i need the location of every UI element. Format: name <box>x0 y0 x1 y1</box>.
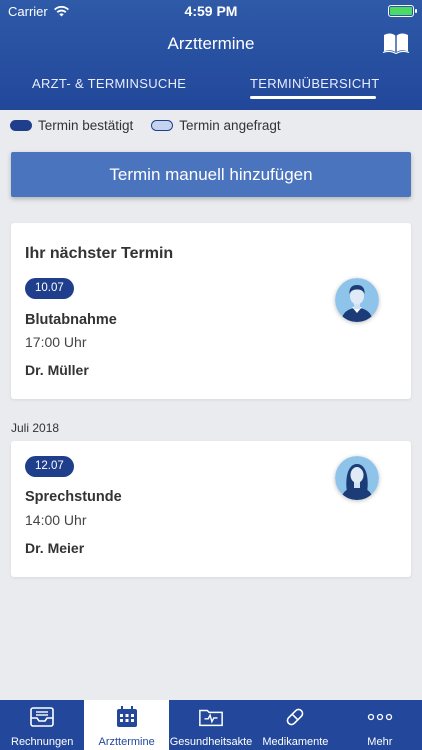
status-bar: Carrier 4:59 PM <box>0 0 422 22</box>
pill-icon <box>282 704 308 730</box>
date-badge: 10.07 <box>25 278 74 299</box>
tabbar-label: Mehr <box>367 736 393 748</box>
add-appointment-button[interactable]: Termin manuell hinzufügen <box>11 152 411 197</box>
tabbar-label: Arzttermine <box>98 736 155 748</box>
tabbar-label: Gesundheitsakte <box>169 736 253 748</box>
more-icon <box>367 704 393 730</box>
requested-swatch <box>151 120 174 131</box>
appointment-name: Sprechstunde <box>25 489 122 505</box>
inbox-icon <box>29 704 55 730</box>
segment-tabs: ARZT- & TERMINSUCHE TERMINÜBERSICHT <box>0 70 422 110</box>
doctor-male-avatar-icon[interactable] <box>335 278 379 322</box>
status-time: 4:59 PM <box>184 3 238 19</box>
month-label: Juli 2018 <box>11 421 60 435</box>
tabbar-item-gesundheitsakte[interactable]: Gesundheitsakte <box>169 700 253 750</box>
doctor-female-avatar-icon[interactable] <box>335 456 379 500</box>
health-folder-icon <box>198 704 224 730</box>
book-icon[interactable] <box>382 32 410 54</box>
tab-terminuebersicht[interactable]: TERMINÜBERSICHT <box>250 76 379 91</box>
appointment-time: 14:00 Uhr <box>25 512 87 528</box>
active-tab-indicator <box>250 96 376 99</box>
bottom-tab-bar: Rechnungen Arzttermine Gesundheitsakte M… <box>0 700 422 750</box>
appointment-card[interactable]: 12.07 Sprechstunde 14:00 Uhr Dr. Meier <box>11 441 411 577</box>
date-badge: 12.07 <box>25 456 74 477</box>
next-appointment-card[interactable]: Ihr nächster Termin 10.07 Blutabnahme 17… <box>11 223 411 399</box>
next-appointment-heading: Ihr nächster Termin <box>25 245 174 262</box>
appointment-name: Blutabnahme <box>25 312 117 328</box>
legend-requested-label: Termin angefragt <box>179 118 281 133</box>
tabbar-item-rechnungen[interactable]: Rechnungen <box>0 700 84 750</box>
tabbar-item-mehr[interactable]: Mehr <box>338 700 422 750</box>
legend: Termin bestätigt Termin angefragt <box>10 118 299 133</box>
legend-confirmed: Termin bestätigt <box>10 118 133 133</box>
header: Carrier 4:59 PM Arzttermine ARZT- & TERM… <box>0 0 422 110</box>
battery-icon <box>388 5 417 17</box>
tabbar-item-medikamente[interactable]: Medikamente <box>253 700 337 750</box>
page-title: Arzttermine <box>167 34 255 53</box>
confirmed-swatch <box>10 120 32 131</box>
appointment-time: 17:00 Uhr <box>25 334 87 350</box>
tabbar-label: Medikamente <box>262 736 329 748</box>
legend-confirmed-label: Termin bestätigt <box>38 118 134 133</box>
appointment-doctor: Dr. Müller <box>25 362 89 378</box>
tab-arzt-terminsuche[interactable]: ARZT- & TERMINSUCHE <box>32 76 186 91</box>
calendar-icon <box>114 704 140 730</box>
appointment-doctor: Dr. Meier <box>25 540 85 556</box>
tabbar-label: Rechnungen <box>11 736 74 748</box>
legend-requested: Termin angefragt <box>151 118 281 133</box>
tabbar-item-arzttermine[interactable]: Arzttermine <box>84 700 169 750</box>
